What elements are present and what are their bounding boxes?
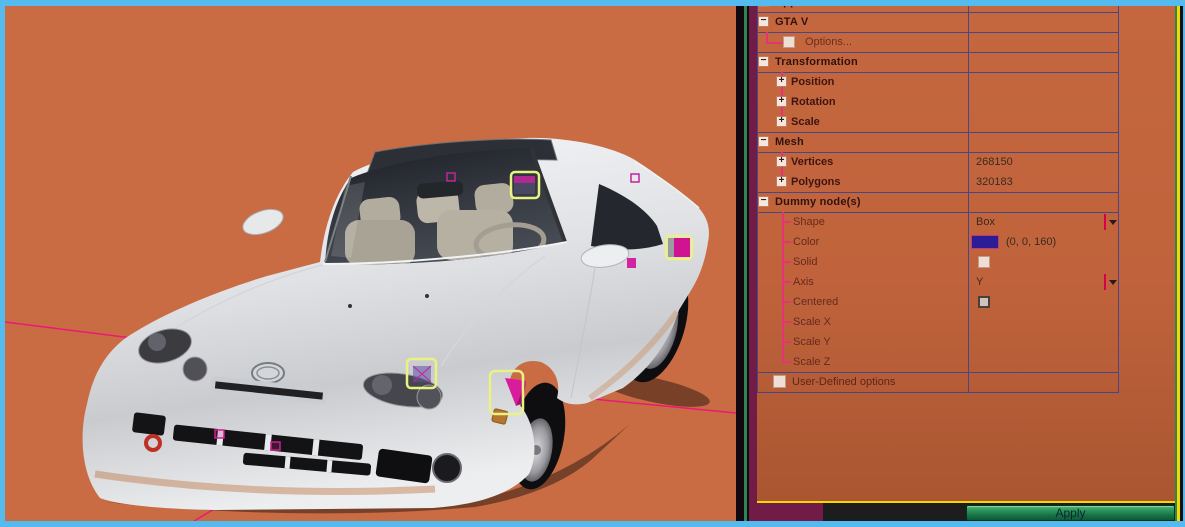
row-centered[interactable]: Centered bbox=[757, 292, 1119, 312]
row-solid[interactable]: Solid bbox=[757, 252, 1119, 272]
tree-tick bbox=[782, 321, 791, 323]
row-label: Vertices bbox=[791, 152, 833, 172]
row-label: GTA V bbox=[775, 12, 808, 32]
dropdown-divider bbox=[1104, 274, 1106, 290]
tree-tick bbox=[782, 241, 791, 243]
row-label: Mesh bbox=[775, 132, 804, 152]
row-shape[interactable]: Shape Box bbox=[757, 212, 1119, 232]
collapse-icon[interactable]: − bbox=[758, 56, 769, 67]
properties-table: − Appearance − GTA V Options... − Transf… bbox=[757, 6, 1119, 501]
apply-button[interactable]: Apply bbox=[966, 505, 1175, 521]
row-label: Shape bbox=[793, 212, 825, 232]
row-label: Scale Z bbox=[793, 352, 830, 372]
polygons-value: 320183 bbox=[976, 172, 1013, 192]
splitter-green-line bbox=[744, 6, 747, 521]
row-label: Dummy node(s) bbox=[775, 192, 861, 212]
windshield bbox=[323, 148, 567, 266]
row-position[interactable]: + Position bbox=[757, 72, 1119, 92]
expand-icon[interactable]: + bbox=[776, 76, 787, 87]
axis-value[interactable]: Y bbox=[976, 272, 983, 292]
tree-tick bbox=[782, 361, 791, 363]
user-defined-options-checkbox[interactable] bbox=[773, 375, 786, 388]
options-checkbox[interactable] bbox=[783, 36, 795, 48]
tiny-dummy-marker bbox=[271, 442, 280, 450]
viewport-3d[interactable] bbox=[5, 6, 736, 521]
row-scale-y[interactable]: Scale Y bbox=[757, 332, 1119, 352]
row-label: Scale bbox=[791, 112, 820, 132]
row-label: Position bbox=[791, 72, 834, 92]
row-scale-x[interactable]: Scale X bbox=[757, 312, 1119, 332]
color-value: (0, 0, 160) bbox=[1006, 232, 1056, 252]
row-gtav[interactable]: − GTA V bbox=[757, 12, 1119, 32]
row-scale[interactable]: + Scale bbox=[757, 112, 1119, 132]
color-swatch[interactable] bbox=[971, 235, 999, 249]
collapse-icon[interactable]: − bbox=[758, 16, 769, 27]
row-label: Solid bbox=[793, 252, 817, 272]
row-axis[interactable]: Axis Y bbox=[757, 272, 1119, 292]
row-scale-z[interactable]: Scale Z bbox=[757, 352, 1119, 372]
expand-icon[interactable]: + bbox=[776, 96, 787, 107]
centered-checkbox[interactable] bbox=[978, 296, 990, 308]
panel-border-strips bbox=[1175, 6, 1183, 521]
row-polygons[interactable]: + Polygons 320183 bbox=[757, 172, 1119, 192]
splitter-maroon-strip bbox=[749, 6, 757, 521]
properties-panel: − Appearance − GTA V Options... − Transf… bbox=[757, 6, 1175, 503]
collapse-icon[interactable]: − bbox=[758, 136, 769, 147]
application-window: − Appearance − GTA V Options... − Transf… bbox=[0, 0, 1185, 527]
row-label: Rotation bbox=[791, 92, 836, 112]
row-label: Color bbox=[793, 232, 819, 252]
tiny-dummy-marker bbox=[215, 430, 224, 438]
row-label: Axis bbox=[793, 272, 814, 292]
tree-tick bbox=[782, 341, 791, 343]
row-label: Scale Y bbox=[793, 332, 831, 352]
row-dummy-nodes[interactable]: − Dummy node(s) bbox=[757, 192, 1119, 212]
tree-tick bbox=[782, 261, 791, 263]
collapse-icon[interactable]: − bbox=[758, 6, 769, 7]
expand-icon[interactable]: + bbox=[776, 156, 787, 167]
solid-checkbox[interactable] bbox=[978, 256, 990, 268]
row-vertices[interactable]: + Vertices 268150 bbox=[757, 152, 1119, 172]
tree-tick bbox=[782, 301, 791, 303]
row-mesh[interactable]: − Mesh bbox=[757, 132, 1119, 152]
apply-button-label: Apply bbox=[1055, 506, 1085, 520]
tiny-dummy-marker bbox=[627, 258, 636, 268]
window-splitter[interactable] bbox=[736, 6, 757, 521]
collapse-icon[interactable]: − bbox=[758, 196, 769, 207]
dropdown-arrow-icon[interactable] bbox=[1109, 220, 1117, 225]
row-user-defined-options[interactable]: User-Defined options bbox=[757, 372, 1119, 392]
expand-icon[interactable]: + bbox=[776, 176, 787, 187]
row-label: Polygons bbox=[791, 172, 841, 192]
bottom-bar: Apply bbox=[757, 503, 1175, 521]
row-color[interactable]: Color (0, 0, 160) bbox=[757, 232, 1119, 252]
row-label: Centered bbox=[793, 292, 838, 312]
dropdown-arrow-icon[interactable] bbox=[1109, 280, 1117, 285]
left-mirror bbox=[240, 204, 287, 239]
row-label: Transformation bbox=[775, 52, 858, 72]
dropdown-divider bbox=[1104, 214, 1106, 230]
shape-value[interactable]: Box bbox=[976, 212, 995, 232]
tree-tick bbox=[782, 221, 791, 223]
car-3d-render bbox=[5, 6, 736, 521]
expand-icon[interactable]: + bbox=[776, 116, 787, 127]
bottom-maroon-block bbox=[757, 503, 823, 521]
row-label: Scale X bbox=[793, 312, 831, 332]
row-label: User-Defined options bbox=[792, 372, 895, 392]
row-transformation[interactable]: − Transformation bbox=[757, 52, 1119, 72]
row-rotation[interactable]: + Rotation bbox=[757, 92, 1119, 112]
tree-tick bbox=[782, 281, 791, 283]
row-label: Options... bbox=[805, 32, 852, 52]
vertices-value: 268150 bbox=[976, 152, 1013, 172]
row-options[interactable]: Options... bbox=[757, 32, 1119, 52]
